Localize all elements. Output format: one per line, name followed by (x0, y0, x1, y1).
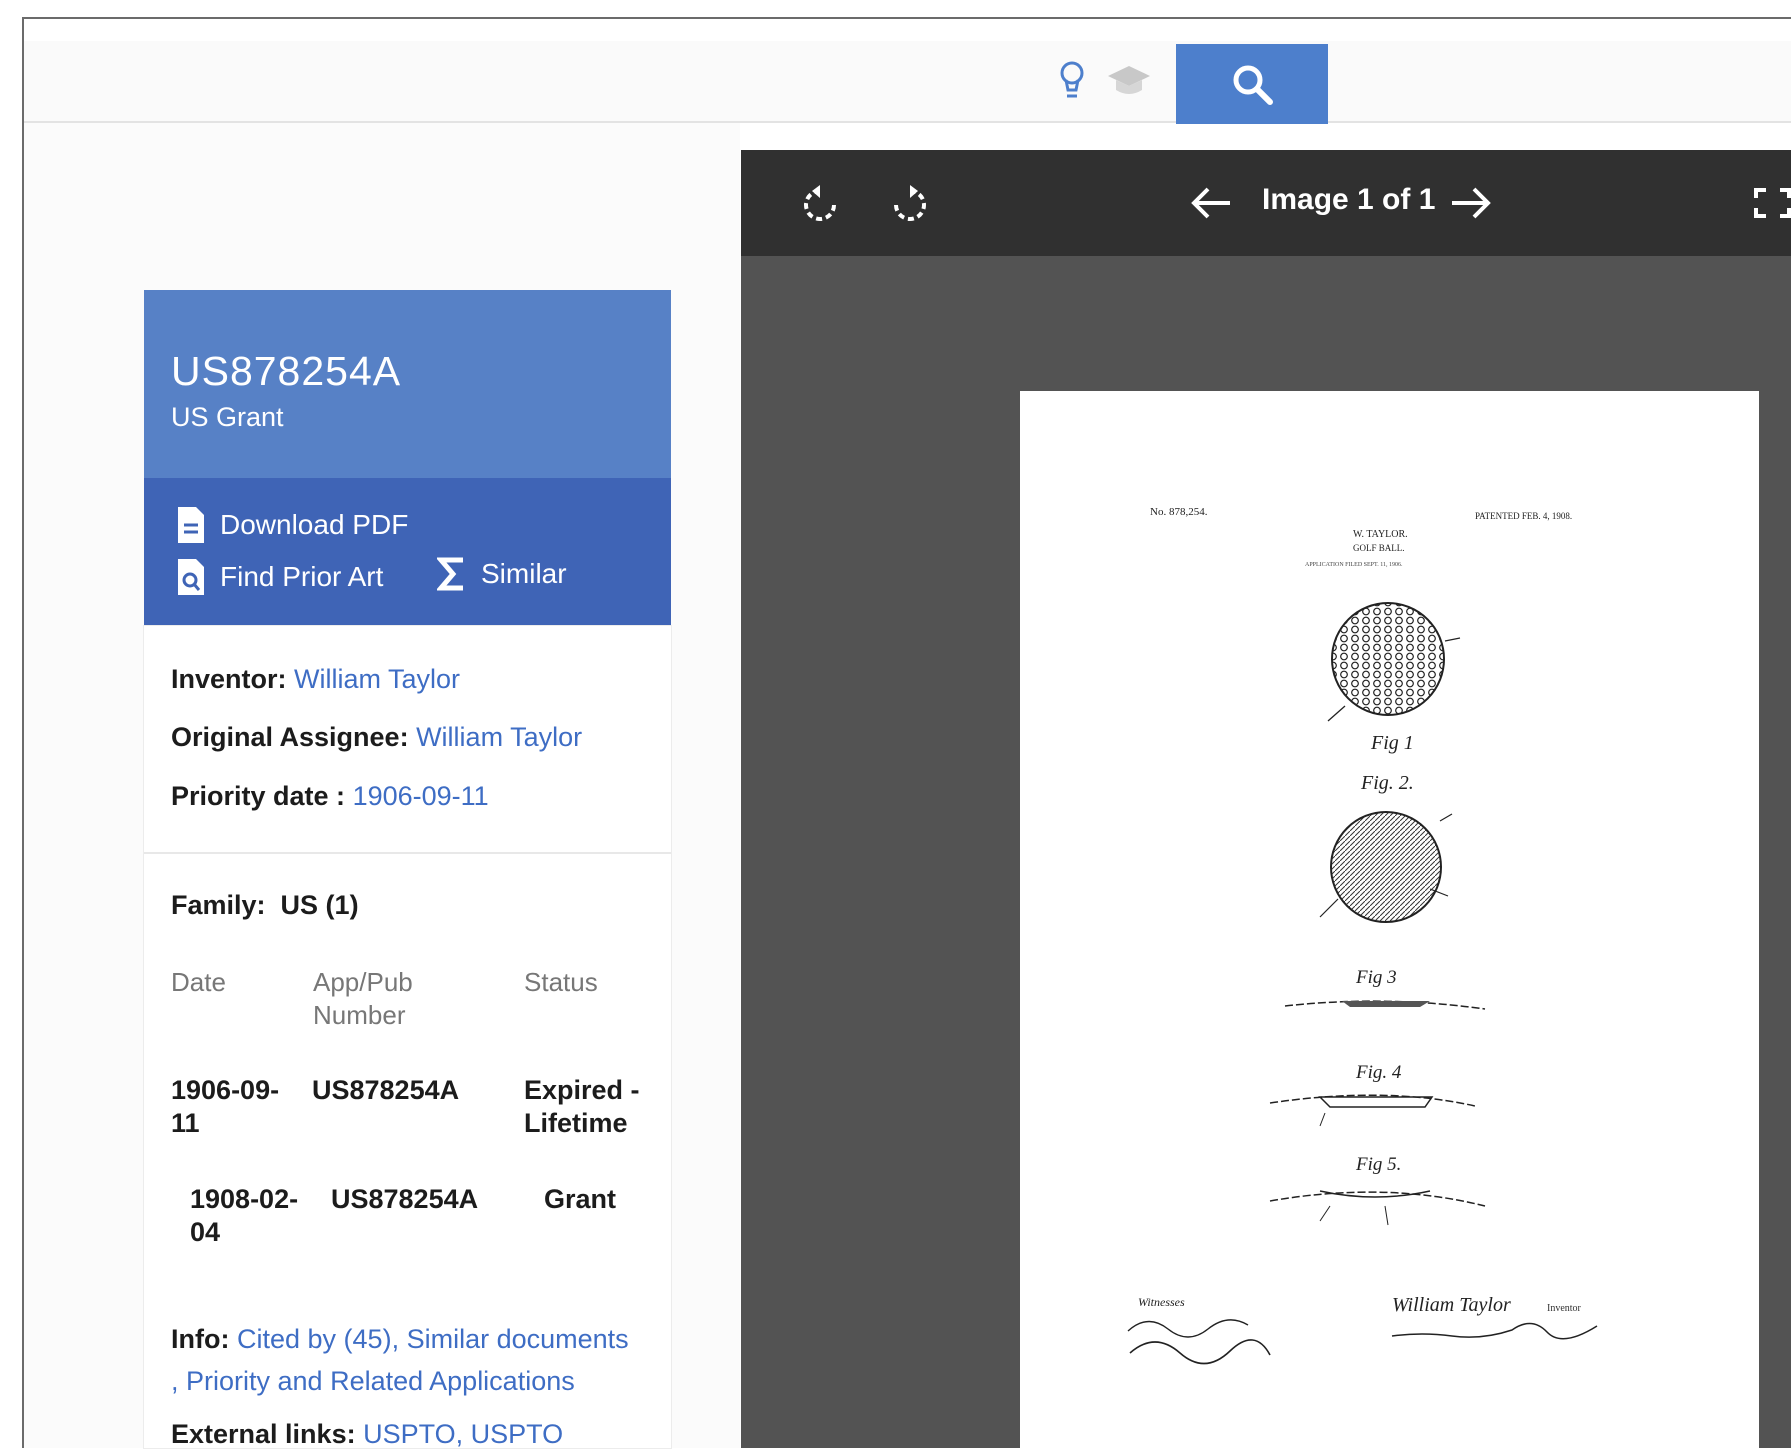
uspto-link[interactable]: USPTO (363, 1419, 456, 1449)
sigma-icon (437, 557, 463, 591)
priority-date-link[interactable]: 1906-09-11 (353, 781, 489, 811)
patent-number: US878254A (171, 348, 402, 394)
assignee-label: Original Assignee: (171, 722, 409, 752)
row-date-line2: 11 (171, 1108, 200, 1138)
assignee-link[interactable]: William Taylor (416, 722, 582, 752)
drawing-filed: APPLICATION FILED SEPT. 11, 1906. (1305, 562, 1403, 568)
search-button[interactable] (1176, 44, 1328, 124)
patent-card-actions (144, 478, 671, 626)
magnifier-icon (1233, 65, 1273, 105)
inventor-link[interactable]: William Taylor (294, 664, 460, 694)
assignee-row: Original Assignee: William Taylor (171, 722, 582, 753)
row-status: Grant (544, 1184, 617, 1214)
rotate-left-icon[interactable] (800, 185, 840, 225)
row-date: 1906-09- 11 (171, 1074, 279, 1140)
family-row: Family: US (1) (171, 890, 359, 921)
table-header-app-pub-line2: Number (313, 1000, 406, 1030)
next-image-icon[interactable] (1450, 185, 1492, 221)
fig2-label: Fig. 2. (1360, 772, 1414, 794)
uspto-link-2[interactable]: USPTO (471, 1419, 564, 1449)
search-bar (24, 41, 1791, 123)
row-date-line2: 04 (190, 1217, 221, 1247)
inventor-label: Inventor: (171, 664, 287, 694)
divider (144, 852, 671, 854)
patent-drawing-page: No. 878,254. PATENTED FEB. 4, 1908. W. T… (1020, 391, 1759, 1448)
info-row: Info: Cited by (45), Similar documents (171, 1324, 629, 1354)
image-counter: Image 1 of 1 (1262, 183, 1436, 216)
drawing-left-header: No. 878,254. (1150, 506, 1208, 518)
family-value: US (1) (280, 890, 359, 920)
row-status: Expired - Lifetime (524, 1074, 640, 1140)
inventor-role: Inventor (1547, 1303, 1582, 1314)
inventor-row: Inventor: William Taylor (171, 664, 460, 695)
fig5-label: Fig 5. (1355, 1154, 1401, 1175)
witnesses-label: Witnesses (1138, 1295, 1185, 1309)
fig3-label: Fig 3 (1355, 967, 1397, 988)
fig4-label: Fig. 4 (1355, 1062, 1402, 1083)
drawing-inventor: W. TAYLOR. (1353, 529, 1408, 540)
priority-label: Priority date : (171, 781, 346, 811)
row-status-line2: Lifetime (524, 1108, 628, 1138)
info-label: Info: (171, 1324, 230, 1354)
table-header-status: Status (524, 967, 598, 997)
row-number: US878254A (331, 1184, 479, 1214)
drawing-title: GOLF BALL. (1353, 543, 1405, 553)
mortarboard-icon[interactable] (1106, 62, 1152, 102)
table-header-date: Date (171, 967, 226, 997)
info-row-2: , Priority and Related Applications (171, 1366, 575, 1396)
row-date-line1: 1908-02- (190, 1184, 299, 1214)
previous-image-icon[interactable] (1190, 185, 1232, 221)
family-label: Family: (171, 890, 266, 920)
external-links-row: External links: USPTO, USPTO (171, 1419, 564, 1449)
inventor-signature: William Taylor (1392, 1294, 1511, 1316)
drawing-right-header: PATENTED FEB. 4, 1908. (1475, 511, 1572, 521)
download-pdf-button[interactable]: Download PDF (176, 505, 408, 545)
similar-documents-link[interactable]: Similar documents (407, 1324, 629, 1354)
download-pdf-label: Download PDF (220, 509, 409, 540)
find-prior-art-button[interactable]: Find Prior Art (176, 557, 383, 597)
fig1-label: Fig 1 (1370, 732, 1414, 754)
rotate-right-icon[interactable] (890, 185, 930, 225)
external-links-label: External links: (171, 1419, 356, 1449)
patent-type: US Grant (171, 402, 284, 432)
table-header-app-pub: App/Pub Number (313, 966, 413, 1032)
row-status-line1: Expired - (524, 1075, 640, 1105)
row-number: US878254A (312, 1075, 460, 1105)
priority-applications-link[interactable]: Priority and Related Applications (186, 1366, 575, 1396)
similar-label: Similar (481, 558, 567, 589)
document-icon (178, 507, 204, 543)
similar-button[interactable]: Similar (437, 557, 567, 591)
fullscreen-icon[interactable] (1754, 188, 1791, 218)
priority-row: Priority date : 1906-09-11 (171, 781, 489, 812)
golf-ball-drawing: No. 878,254. PATENTED FEB. 4, 1908. W. T… (1127, 506, 1598, 1365)
table-header-app-pub-line1: App/Pub (313, 967, 413, 997)
cited-by-link[interactable]: Cited by (45) (237, 1324, 392, 1354)
document-search-icon (178, 559, 204, 595)
row-date: 1908-02- 04 (190, 1183, 298, 1249)
find-prior-art-label: Find Prior Art (220, 561, 384, 592)
lightbulb-icon[interactable] (1055, 58, 1089, 106)
row-date-line1: 1906-09- (171, 1075, 280, 1105)
